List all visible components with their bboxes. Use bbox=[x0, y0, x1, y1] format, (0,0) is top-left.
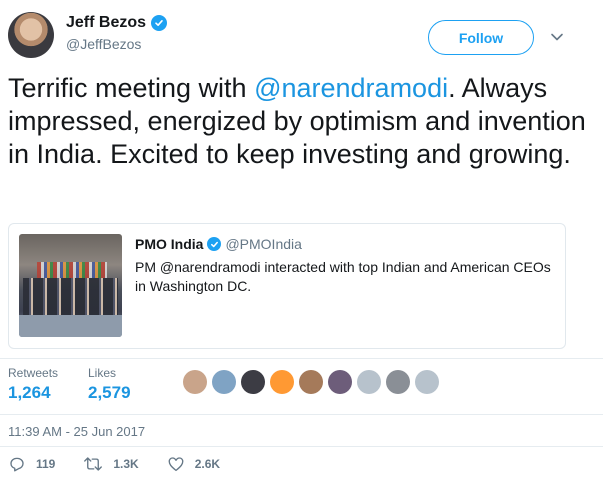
liker-avatar[interactable] bbox=[241, 370, 265, 394]
author-handle[interactable]: @JeffBezos bbox=[66, 36, 141, 52]
liker-avatar[interactable] bbox=[183, 370, 207, 394]
likes-label: Likes bbox=[88, 366, 117, 380]
quoted-tweet-text: PM @narendramodi interacted with top Ind… bbox=[135, 259, 551, 294]
reply-action[interactable]: 119 bbox=[8, 455, 55, 473]
quoted-tweet[interactable]: PMO India @PMOIndia PM @narendramodi int… bbox=[8, 223, 566, 349]
quoted-author-name: PMO India bbox=[135, 236, 204, 252]
tweet-header: Jeff Bezos @JeffBezos Follow bbox=[8, 8, 595, 64]
tweet-actions: 119 1.3K 2.6K bbox=[8, 455, 588, 473]
heart-icon[interactable] bbox=[167, 455, 185, 473]
likes-count[interactable]: 2,579 bbox=[88, 383, 131, 403]
tweet-text-start: Terrific meeting with bbox=[8, 73, 255, 103]
liker-avatar[interactable] bbox=[415, 370, 439, 394]
quoted-author-handle: @PMOIndia bbox=[225, 236, 302, 252]
quoted-tweet-photo[interactable] bbox=[19, 234, 122, 337]
reply-icon[interactable] bbox=[8, 455, 26, 473]
tweet-timestamp[interactable]: 11:39 AM - 25 Jun 2017 bbox=[8, 424, 145, 439]
reply-count: 119 bbox=[36, 457, 56, 471]
author-avatar[interactable] bbox=[8, 12, 54, 58]
liker-avatar[interactable] bbox=[212, 370, 236, 394]
retweets-stat[interactable]: Retweets 1,264 bbox=[8, 366, 58, 403]
like-count: 2.6K bbox=[194, 457, 221, 471]
divider bbox=[0, 358, 603, 359]
divider bbox=[0, 446, 603, 447]
photo-floor bbox=[19, 315, 122, 337]
chevron-down-icon[interactable] bbox=[550, 30, 564, 44]
liker-avatars bbox=[183, 370, 439, 394]
retweet-action[interactable]: 1.3K bbox=[83, 455, 139, 473]
like-action[interactable]: 2.6K bbox=[167, 455, 220, 473]
liker-avatar[interactable] bbox=[328, 370, 352, 394]
retweet-count: 1.3K bbox=[113, 457, 139, 471]
tweet-stats: Retweets 1,264 Likes 2,579 bbox=[8, 366, 588, 406]
liker-avatar[interactable] bbox=[386, 370, 410, 394]
photo-flags bbox=[37, 262, 107, 278]
mention-link[interactable]: @narendramodi bbox=[254, 73, 448, 103]
verified-badge-icon bbox=[151, 15, 168, 31]
verified-badge-icon bbox=[207, 237, 222, 251]
author-name[interactable]: Jeff Bezos bbox=[66, 14, 146, 32]
retweet-icon[interactable] bbox=[83, 455, 103, 473]
divider bbox=[0, 414, 603, 415]
likes-stat[interactable]: Likes 2,579 bbox=[88, 366, 131, 403]
retweets-count[interactable]: 1,264 bbox=[8, 383, 58, 403]
photo-group bbox=[23, 278, 118, 316]
author-name-row[interactable]: Jeff Bezos bbox=[66, 14, 168, 32]
tweet-text: Terrific meeting with @narendramodi. Alw… bbox=[8, 72, 588, 171]
follow-button[interactable]: Follow bbox=[428, 20, 534, 55]
retweets-label: Retweets bbox=[8, 366, 59, 380]
liker-avatar[interactable] bbox=[270, 370, 294, 394]
liker-avatar[interactable] bbox=[357, 370, 381, 394]
quoted-author-row: PMO India @PMOIndia bbox=[135, 236, 302, 252]
liker-avatar[interactable] bbox=[299, 370, 323, 394]
